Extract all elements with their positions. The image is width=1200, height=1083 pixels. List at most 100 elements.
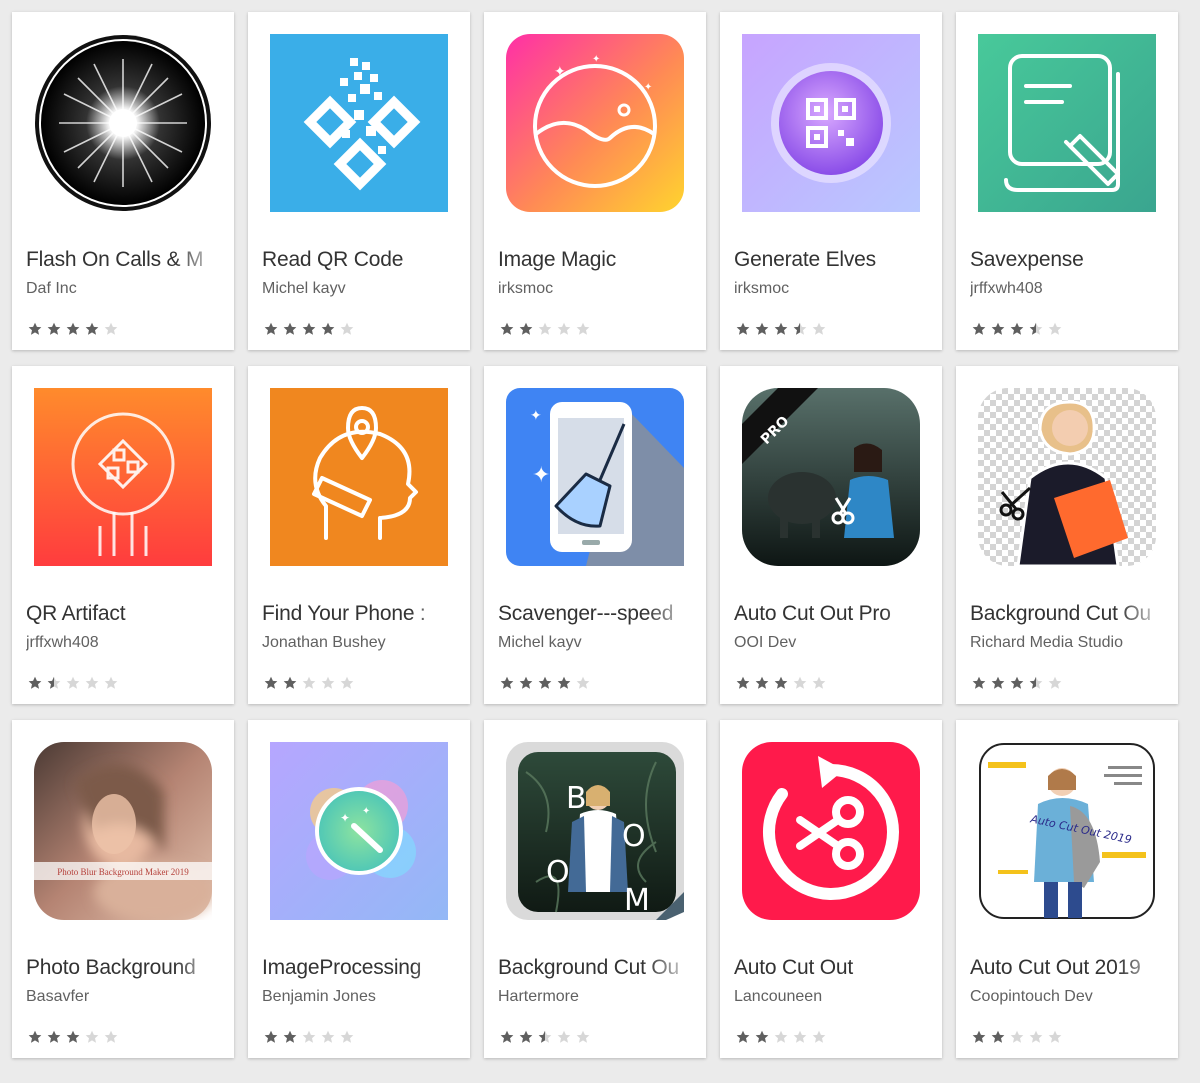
app-developer[interactable]: Lancouneen bbox=[734, 988, 932, 1006]
app-title[interactable]: Background Cut Ou bbox=[498, 956, 696, 980]
app-developer[interactable]: jrffxwh408 bbox=[970, 280, 1168, 298]
star-icon-empty bbox=[538, 322, 552, 335]
app-title[interactable]: Auto Cut Out Pro bbox=[734, 602, 932, 626]
star-icon-filled bbox=[774, 676, 788, 689]
star-icon-filled bbox=[66, 1030, 80, 1043]
star-icon-empty bbox=[1048, 322, 1062, 335]
star-rating bbox=[28, 322, 128, 338]
app-developer[interactable]: Richard Media Studio bbox=[970, 634, 1168, 652]
star-icon-filled bbox=[283, 676, 297, 689]
app-title[interactable]: Image Magic bbox=[498, 248, 696, 272]
photo-scissors-icon: PRO bbox=[742, 388, 920, 566]
document-pen-icon bbox=[978, 34, 1156, 212]
app-title[interactable]: Background Cut Ou bbox=[970, 602, 1168, 626]
star-icon-filled bbox=[774, 322, 788, 335]
star-icon-empty bbox=[576, 322, 590, 335]
star-icon-empty bbox=[576, 676, 590, 689]
app-card[interactable]: ✦ ✦ ✦ Image Magic irksmoc bbox=[484, 12, 706, 350]
app-developer[interactable]: irksmoc bbox=[498, 280, 696, 298]
star-icon-filled bbox=[755, 322, 769, 335]
app-card[interactable]: Auto Cut Out Lancouneen bbox=[720, 720, 942, 1058]
svg-text:✦: ✦ bbox=[530, 408, 542, 424]
app-developer[interactable]: Jonathan Bushey bbox=[262, 634, 460, 652]
app-developer[interactable]: Michel kayv bbox=[262, 280, 460, 298]
app-developer[interactable]: Daf Inc bbox=[26, 280, 224, 298]
app-title[interactable]: Scavenger---speed bbox=[498, 602, 696, 626]
qr-rocket-icon bbox=[34, 388, 212, 566]
star-rating bbox=[972, 676, 1072, 692]
app-card[interactable]: PRO Auto Cut Out Pro OOI Dev bbox=[720, 366, 942, 704]
star-icon-empty bbox=[557, 1030, 571, 1043]
blurred-portrait-icon: Photo Blur Background Maker 2019 bbox=[34, 742, 212, 920]
circular-scissors-icon bbox=[742, 742, 920, 920]
star-icon-filled bbox=[264, 676, 278, 689]
svg-text:✦: ✦ bbox=[592, 54, 600, 65]
star-icon-half bbox=[538, 1030, 552, 1043]
app-developer[interactable]: Coopintouch Dev bbox=[970, 988, 1168, 1006]
star-icon-empty bbox=[793, 1030, 807, 1043]
star-icon-empty bbox=[812, 676, 826, 689]
star-icon-filled bbox=[500, 1030, 514, 1043]
star-rating bbox=[500, 322, 600, 338]
app-card[interactable]: Savexpense jrffxwh408 bbox=[956, 12, 1178, 350]
app-card[interactable]: QR Artifact jrffxwh408 bbox=[12, 366, 234, 704]
star-icon-filled bbox=[557, 676, 571, 689]
app-developer[interactable]: OOI Dev bbox=[734, 634, 932, 652]
star-icon-filled bbox=[972, 1030, 986, 1043]
app-developer[interactable]: Michel kayv bbox=[498, 634, 696, 652]
app-card[interactable]: ✦ ✦ Scavenger---speed Michel kayv bbox=[484, 366, 706, 704]
star-icon-empty bbox=[1048, 1030, 1062, 1043]
phone-location-icon bbox=[270, 388, 448, 566]
star-rating bbox=[736, 676, 836, 692]
app-title[interactable]: QR Artifact bbox=[26, 602, 224, 626]
app-title[interactable]: Savexpense bbox=[970, 248, 1168, 272]
star-icon-empty bbox=[340, 676, 354, 689]
star-icon-empty bbox=[85, 676, 99, 689]
app-title[interactable]: Auto Cut Out bbox=[734, 956, 932, 980]
app-card[interactable]: ✦ ✦ ImageProcessing Benjamin Jones bbox=[248, 720, 470, 1058]
app-card[interactable]: Flash On Calls & M Daf Inc bbox=[12, 12, 234, 350]
star-icon-filled bbox=[736, 676, 750, 689]
star-icon-empty bbox=[302, 1030, 316, 1043]
star-rating bbox=[264, 676, 364, 692]
icon-caption-text: Photo Blur Background Maker 2019 bbox=[57, 867, 189, 877]
app-title[interactable]: Generate Elves bbox=[734, 248, 932, 272]
star-icon-empty bbox=[1010, 1030, 1024, 1043]
app-card[interactable]: Background Cut Ou Richard Media Studio bbox=[956, 366, 1178, 704]
star-icon-half bbox=[1029, 322, 1043, 335]
star-icon-empty bbox=[104, 322, 118, 335]
app-card[interactable]: Read QR Code Michel kayv bbox=[248, 12, 470, 350]
app-title[interactable]: ImageProcessing bbox=[262, 956, 460, 980]
star-icon-filled bbox=[28, 322, 42, 335]
star-icon-filled bbox=[47, 1030, 61, 1043]
app-developer[interactable]: Hartermore bbox=[498, 988, 696, 1006]
star-icon-empty bbox=[104, 676, 118, 689]
star-icon-filled bbox=[538, 676, 552, 689]
app-developer[interactable]: Basavfer bbox=[26, 988, 224, 1006]
person-cutout-icon bbox=[978, 388, 1156, 566]
boom-letter: O bbox=[622, 819, 646, 854]
app-title[interactable]: Read QR Code bbox=[262, 248, 460, 272]
star-icon-empty bbox=[576, 1030, 590, 1043]
star-icon-filled bbox=[1010, 676, 1024, 689]
app-card[interactable]: Find Your Phone : Jonathan Bushey bbox=[248, 366, 470, 704]
jungle-portrait-icon: B O O M bbox=[506, 742, 684, 920]
app-developer[interactable]: irksmoc bbox=[734, 280, 932, 298]
star-icon-empty bbox=[85, 1030, 99, 1043]
magic-wand-icon: ✦ ✦ bbox=[270, 742, 448, 920]
app-card[interactable]: Photo Blur Background Maker 2019 Photo B… bbox=[12, 720, 234, 1058]
app-developer[interactable]: jrffxwh408 bbox=[26, 634, 224, 652]
qr-code-icon bbox=[270, 34, 448, 212]
app-title[interactable]: Auto Cut Out 2019 bbox=[970, 956, 1168, 980]
app-title[interactable]: Find Your Phone : bbox=[262, 602, 460, 626]
app-card[interactable]: Generate Elves irksmoc bbox=[720, 12, 942, 350]
star-rating bbox=[264, 1030, 364, 1046]
app-title[interactable]: Photo Background bbox=[26, 956, 224, 980]
star-rating bbox=[736, 1030, 836, 1046]
star-rating bbox=[972, 1030, 1072, 1046]
app-developer[interactable]: Benjamin Jones bbox=[262, 988, 460, 1006]
svg-text:✦: ✦ bbox=[554, 64, 566, 80]
app-card[interactable]: Auto Cut Out 2019 Auto Cut Out 2019 Coop… bbox=[956, 720, 1178, 1058]
app-title[interactable]: Flash On Calls & M bbox=[26, 248, 224, 272]
app-card[interactable]: B O O M Background Cut Ou Hartermore bbox=[484, 720, 706, 1058]
